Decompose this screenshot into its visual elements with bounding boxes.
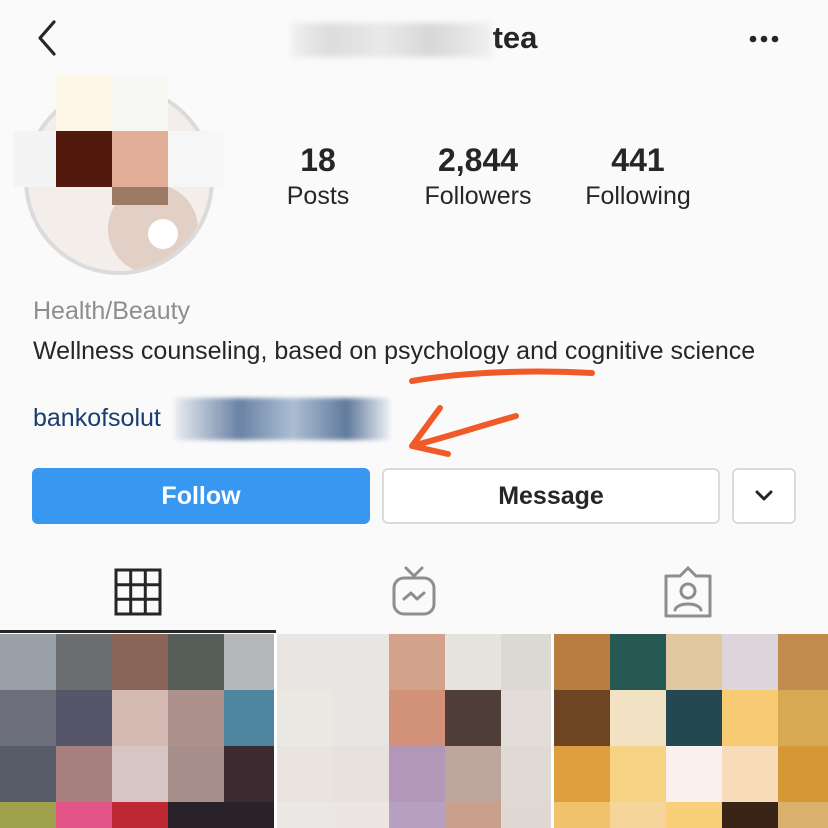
- posts-grid: [0, 634, 828, 828]
- annotation-underline: [409, 368, 595, 384]
- chevron-down-icon: [755, 490, 773, 501]
- tab-tagged[interactable]: [658, 562, 718, 622]
- profile-website-link[interactable]: bankofsolut: [33, 404, 161, 433]
- more-horizontal-icon: [749, 35, 779, 43]
- stat-following[interactable]: 441 Following: [558, 140, 718, 212]
- active-tab-indicator: [0, 630, 276, 633]
- followers-count: 2,844: [437, 142, 519, 178]
- profile-avatar[interactable]: [14, 75, 228, 275]
- business-category: Health/Beauty: [33, 297, 191, 325]
- profile-content-tabs: [0, 548, 828, 634]
- post-thumbnail-1[interactable]: [0, 634, 274, 828]
- following-count: 441: [611, 142, 665, 178]
- grid-icon: [114, 568, 162, 616]
- followers-label: Followers: [424, 182, 532, 210]
- post-thumbnail-3[interactable]: [554, 634, 828, 828]
- more-options-button[interactable]: [740, 24, 788, 54]
- username-text: tea: [492, 20, 538, 55]
- profile-username: tea: [0, 20, 828, 57]
- top-navigation-bar: tea: [0, 0, 828, 80]
- message-button-label: Message: [498, 481, 604, 510]
- stat-posts[interactable]: 18 Posts: [238, 140, 398, 212]
- post-thumbnail-2[interactable]: [277, 634, 551, 828]
- suggested-accounts-dropdown-button[interactable]: [732, 468, 796, 524]
- follow-button-label: Follow: [161, 481, 241, 510]
- tab-igtv[interactable]: [384, 562, 444, 622]
- redacted-username-blur: [290, 22, 491, 57]
- tagged-person-icon: [664, 566, 712, 618]
- following-label: Following: [585, 182, 691, 210]
- igtv-icon: [392, 566, 436, 616]
- posts-label: Posts: [286, 182, 350, 210]
- follow-button[interactable]: Follow: [32, 468, 370, 524]
- redacted-link-blur: [175, 398, 390, 440]
- message-button[interactable]: Message: [382, 468, 720, 524]
- profile-bio: Wellness counseling, based on psychology…: [33, 337, 756, 365]
- annotation-arrow-icon: [409, 405, 519, 457]
- posts-count: 18: [300, 142, 336, 178]
- stat-followers[interactable]: 2,844 Followers: [398, 140, 558, 212]
- tab-posts-grid[interactable]: [108, 562, 168, 622]
